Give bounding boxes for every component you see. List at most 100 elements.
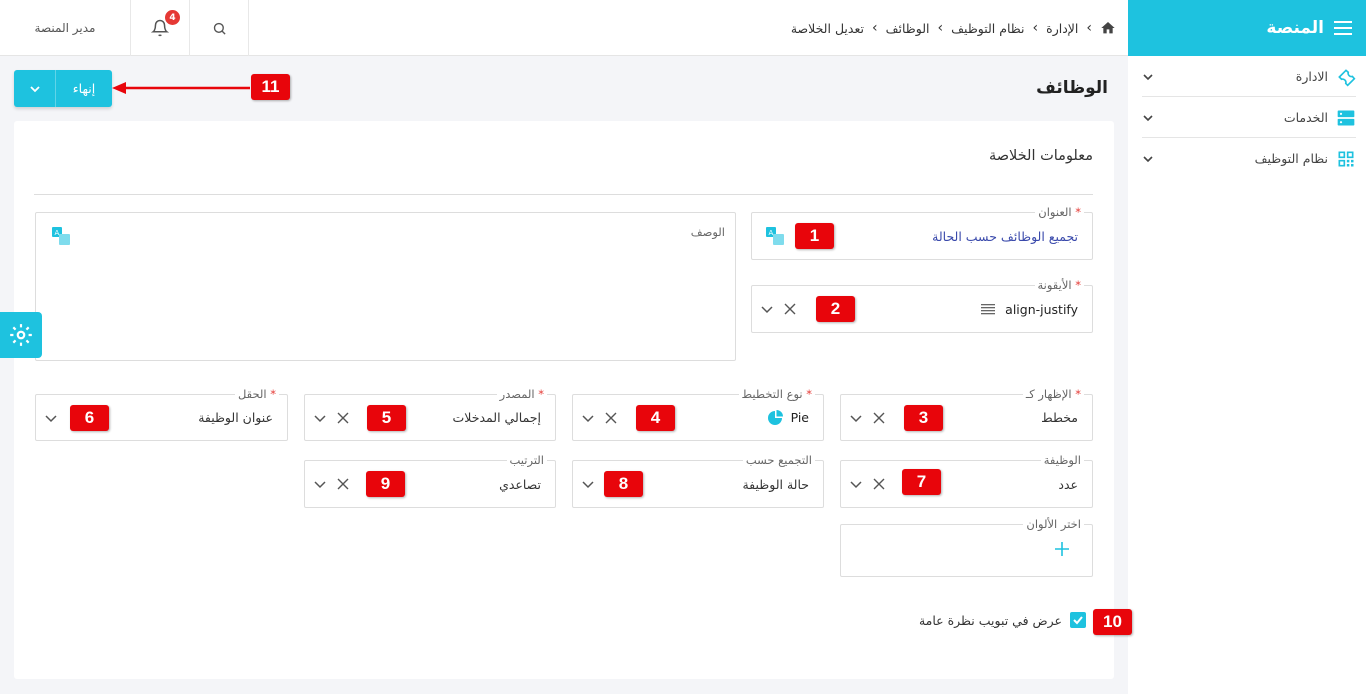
sidebar-header: المنصة bbox=[1128, 0, 1366, 56]
brand-name: المنصة bbox=[1266, 18, 1324, 38]
close-icon[interactable] bbox=[337, 412, 349, 424]
chevron-down-icon bbox=[1143, 73, 1153, 80]
description-field[interactable]: الوصف A bbox=[35, 212, 736, 361]
select-controls bbox=[849, 461, 885, 507]
icon-select[interactable]: الأيقونة * align-justify bbox=[751, 278, 1093, 333]
wrench-icon bbox=[1338, 68, 1356, 87]
select-value: تصاعدي bbox=[499, 476, 541, 492]
pie-chart-icon bbox=[767, 409, 783, 425]
sidebar-item-label: نظام التوظيف bbox=[1254, 151, 1328, 166]
overview-checkbox[interactable] bbox=[1070, 612, 1086, 628]
close-icon[interactable] bbox=[605, 412, 617, 424]
order-select[interactable]: الترتيب تصاعدي bbox=[304, 453, 556, 508]
chevron-down-icon[interactable] bbox=[313, 411, 327, 425]
select-controls bbox=[313, 461, 349, 507]
sidebar-item-label: الادارة bbox=[1295, 69, 1328, 84]
select-value: عدد bbox=[1058, 476, 1078, 492]
select-controls bbox=[760, 286, 796, 332]
select-controls bbox=[44, 395, 58, 440]
chevron-down-icon[interactable] bbox=[581, 477, 595, 491]
breadcrumb-current: تعديل الخلاصة bbox=[790, 20, 864, 36]
select-controls bbox=[849, 395, 885, 440]
align-justify-icon bbox=[981, 304, 996, 315]
select-value: align-justify bbox=[981, 286, 1078, 332]
chevron-down-icon[interactable] bbox=[849, 477, 863, 491]
chevron-down-icon[interactable] bbox=[581, 411, 595, 425]
breadcrumb-item[interactable]: الوظائف bbox=[886, 21, 930, 36]
function-select[interactable]: الوظيفة عدد bbox=[840, 453, 1093, 508]
chevron-down-icon[interactable] bbox=[14, 70, 56, 107]
chevron-left-icon: ‹ bbox=[937, 20, 944, 36]
breadcrumb: ‹ الإدارة ‹ نظام التوظيف ‹ الوظائف ‹ تعد… bbox=[791, 0, 1116, 56]
search-button[interactable] bbox=[190, 0, 249, 56]
page-title: الوظائف bbox=[1036, 78, 1108, 98]
annotation-marker: 10 bbox=[1093, 609, 1132, 635]
display-select[interactable]: الإظهار كـ * مخطط bbox=[840, 387, 1093, 441]
breadcrumb-item[interactable]: الإدارة bbox=[1046, 21, 1078, 36]
annotation-marker: 5 bbox=[367, 405, 406, 431]
settings-button[interactable] bbox=[0, 312, 42, 358]
select-value: عنوان الوظيفة bbox=[198, 410, 273, 425]
checkbox-label: عرض في تبويب نظرة عامة bbox=[918, 612, 1062, 628]
title-input[interactable]: تجميع الوظائف حسب الحالة bbox=[932, 213, 1078, 259]
chevron-down-icon[interactable] bbox=[44, 411, 58, 425]
home-icon[interactable] bbox=[1100, 20, 1116, 36]
chevron-down-icon[interactable] bbox=[849, 411, 863, 425]
color-picker[interactable]: اختر الألوان bbox=[840, 517, 1093, 577]
chevron-down-icon[interactable] bbox=[760, 302, 774, 316]
sidebar: الادارة الخدمات نظام التوظيف bbox=[1128, 56, 1366, 694]
user-menu[interactable]: مدير المنصة bbox=[0, 0, 131, 56]
close-icon[interactable] bbox=[873, 478, 885, 490]
sidebar-item-admin[interactable]: الادارة bbox=[1142, 56, 1356, 97]
chevron-down-icon bbox=[1143, 155, 1153, 162]
breadcrumb-item[interactable]: نظام التوظيف bbox=[951, 21, 1024, 36]
annotation-marker: 8 bbox=[604, 471, 643, 497]
section-title: معلومات الخلاصة bbox=[988, 148, 1093, 164]
sidebar-item-recruitment[interactable]: نظام التوظيف bbox=[1142, 138, 1356, 179]
annotation-marker: 9 bbox=[366, 471, 405, 497]
select-controls bbox=[581, 461, 595, 507]
select-controls bbox=[313, 395, 349, 440]
select-value: إجمالي المدخلات bbox=[452, 410, 541, 425]
field-label: اختر الألوان bbox=[1023, 517, 1084, 531]
chevron-down-icon bbox=[1143, 114, 1153, 121]
translate-icon[interactable]: A bbox=[766, 213, 784, 259]
annotation-marker: 1 bbox=[795, 223, 834, 249]
overview-option[interactable]: عرض في تبويب نظرة عامة bbox=[919, 612, 1086, 628]
check-icon bbox=[1073, 616, 1083, 625]
close-icon[interactable] bbox=[873, 412, 885, 424]
select-value: مخطط bbox=[1041, 410, 1078, 425]
annotation-marker: 11 bbox=[251, 74, 290, 100]
field-label: الوصف bbox=[690, 225, 725, 239]
select-value: Pie bbox=[767, 395, 809, 440]
annotation-marker: 2 bbox=[816, 296, 855, 322]
finish-label: إنهاء bbox=[72, 81, 96, 96]
chevron-down-icon[interactable] bbox=[313, 477, 327, 491]
notification-badge: 4 bbox=[165, 10, 180, 25]
qr-icon bbox=[1338, 151, 1354, 166]
chevron-left-icon: ‹ bbox=[1032, 20, 1039, 36]
source-select[interactable]: المصدر * إجمالي المدخلات bbox=[304, 387, 556, 441]
sidebar-item-label: الخدمات bbox=[1283, 110, 1328, 125]
svg-text:A: A bbox=[769, 229, 774, 237]
chart-type-select[interactable]: نوع التخطيط * Pie bbox=[572, 387, 824, 441]
user-name: مدير المنصة bbox=[34, 21, 96, 35]
divider bbox=[34, 194, 1093, 195]
finish-button[interactable]: إنهاء bbox=[14, 70, 112, 107]
translate-icon[interactable]: A bbox=[52, 227, 70, 249]
chevron-left-icon: ‹ bbox=[1086, 20, 1092, 36]
annotation-marker: 7 bbox=[902, 469, 941, 495]
close-icon[interactable] bbox=[784, 303, 796, 315]
plus-icon[interactable] bbox=[1054, 541, 1070, 561]
select-value: حالة الوظيفة bbox=[742, 476, 809, 492]
notifications-button[interactable]: 4 bbox=[131, 0, 190, 56]
server-icon bbox=[1337, 110, 1355, 125]
gear-icon bbox=[10, 324, 32, 346]
menu-icon[interactable] bbox=[1334, 20, 1352, 36]
sidebar-item-services[interactable]: الخدمات bbox=[1142, 97, 1356, 138]
annotation-marker: 3 bbox=[904, 405, 943, 431]
close-icon[interactable] bbox=[337, 478, 349, 490]
search-icon bbox=[213, 22, 226, 35]
chevron-left-icon: ‹ bbox=[871, 20, 878, 36]
annotation-arrow bbox=[112, 82, 250, 94]
